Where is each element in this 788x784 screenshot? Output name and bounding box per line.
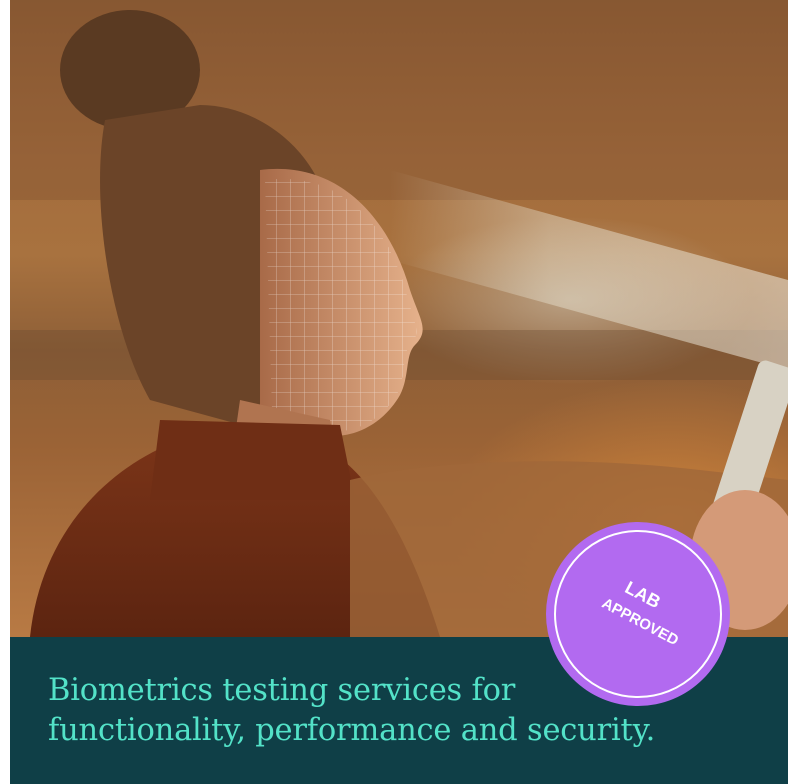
lab-approved-badge: LAB APPROVED	[546, 522, 730, 706]
caption-line2: functionality, performance and security.	[48, 713, 656, 748]
hero-card: LAB APPROVED Biometrics testing services…	[10, 0, 788, 784]
badge-text: LAB APPROVED	[599, 577, 681, 649]
caption-line1: Biometrics testing services for	[48, 673, 516, 708]
